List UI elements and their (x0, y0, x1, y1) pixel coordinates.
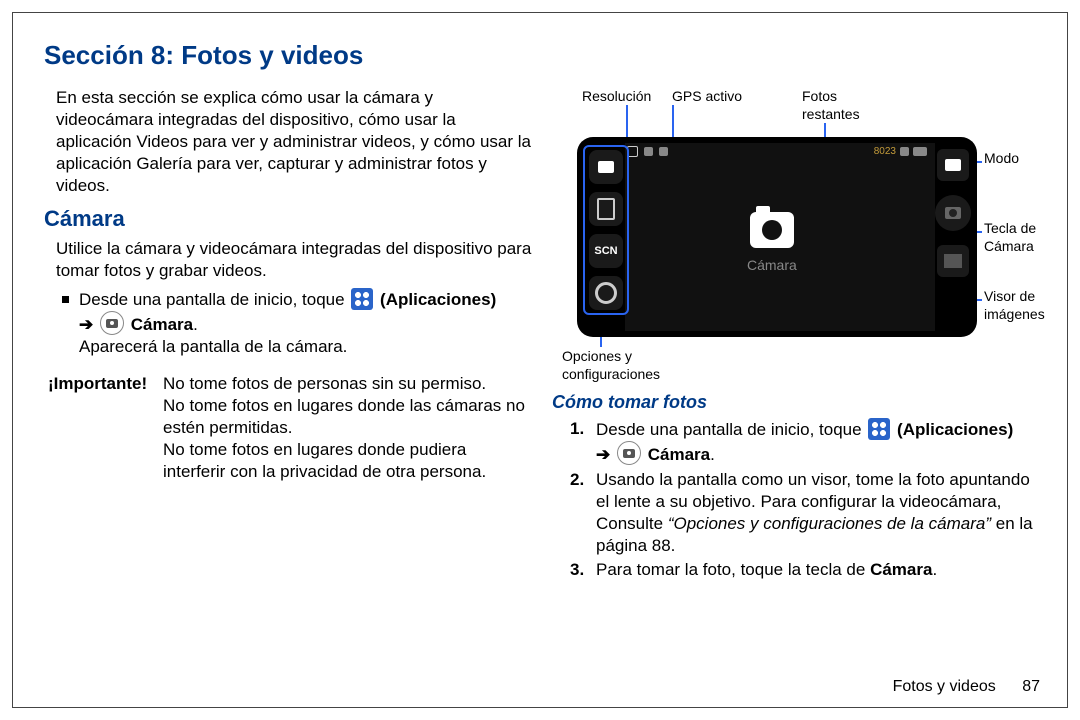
step-pre: Desde una pantalla de inicio, toque (79, 290, 349, 309)
left-options-group: SCN (583, 145, 629, 315)
apps-icon (868, 418, 890, 440)
howto-step-1: 1. Desde una pantalla de inicio, toque (… (570, 418, 1040, 466)
camera-word: Cámara (131, 315, 193, 334)
apps-label: (Aplicaciones) (380, 290, 496, 309)
camera-large-icon (750, 212, 794, 248)
sd-icon (900, 147, 909, 156)
label-visor: Visor de imágenes (984, 287, 1054, 323)
label-resolucion: Resolución (582, 87, 651, 105)
status-bar: 8023 (627, 145, 927, 158)
s1-cam: Cámara (648, 445, 710, 464)
arrow-icon: ➔ (596, 445, 610, 464)
page-content: Sección 8: Fotos y videos En esta secció… (44, 40, 1044, 690)
page-number: 87 (1022, 678, 1040, 695)
page-footer: Fotos y videos 87 (893, 678, 1040, 696)
camera-icon (100, 311, 124, 335)
step-number-2: 2. (570, 469, 586, 491)
important-block: ¡Importante! No tome fotos de personas s… (48, 373, 532, 483)
shutter-icon (945, 207, 961, 219)
section-title: Sección 8: Fotos y videos (44, 40, 1044, 71)
important-text: No tome fotos de personas sin su permiso… (163, 373, 532, 483)
important-line-3: No tome fotos en lugares donde pudiera i… (163, 439, 532, 483)
s3b: Cámara (870, 560, 932, 579)
photo-count: 8023 (874, 145, 896, 158)
period: . (710, 445, 715, 464)
period: . (193, 315, 198, 334)
important-line-1: No tome fotos de personas sin su permiso… (163, 373, 532, 395)
exposure-icon (644, 147, 653, 156)
howto-step-3: 3. Para tomar la foto, toque la tecla de… (570, 559, 1040, 581)
bullet-icon (62, 296, 69, 303)
gps-icon (659, 147, 668, 156)
flash-button[interactable] (589, 192, 623, 226)
step-after: Aparecerá la pantalla de la cámara. (79, 337, 347, 356)
scene-button[interactable]: SCN (589, 234, 623, 268)
howto-step-2: 2. Usando la pantalla como un visor, tom… (570, 469, 1040, 557)
shutter-button[interactable] (935, 195, 971, 231)
s3a: Para tomar la foto, toque la tecla de (596, 560, 870, 579)
s2b: “Opciones y configuraciones de la cámara… (668, 514, 991, 533)
settings-button[interactable] (589, 276, 623, 310)
label-tecla: Tecla de Cámara (984, 219, 1044, 255)
apps-icon (351, 288, 373, 310)
intro-paragraph: En esta sección se explica cómo usar la … (56, 87, 532, 197)
camera-diagram: Resolución GPS activo Fotos restantes Mo… (552, 87, 1038, 387)
columns: En esta sección se explica cómo usar la … (44, 87, 1044, 583)
s3c: . (932, 560, 937, 579)
camera-icon (617, 441, 641, 465)
left-column: En esta sección se explica cómo usar la … (44, 87, 532, 583)
important-line-2: No tome fotos en lugares donde las cámar… (163, 395, 532, 439)
mode-icon (945, 159, 961, 171)
step-number-3: 3. (570, 559, 586, 581)
camera-heading: Cámara (44, 205, 532, 234)
switch-camera-button[interactable] (589, 150, 623, 184)
important-label: ¡Importante! (48, 373, 163, 483)
step-number-1: 1. (570, 418, 586, 440)
label-modo: Modo (984, 149, 1019, 167)
center-label: Cámara (747, 256, 797, 274)
howto-heading: Cómo tomar fotos (552, 391, 1040, 414)
step-1-text: Desde una pantalla de inicio, toque (Apl… (596, 418, 1013, 466)
step-2-text: Usando la pantalla como un visor, tome l… (596, 469, 1040, 557)
switch-camera-icon (598, 161, 614, 173)
right-column: Resolución GPS activo Fotos restantes Mo… (552, 87, 1040, 583)
mode-button[interactable] (937, 149, 969, 181)
lead-gps-v (672, 105, 674, 141)
step-3-text: Para tomar la foto, toque la tecla de Cá… (596, 559, 937, 581)
gallery-button[interactable] (937, 245, 969, 277)
s1-apps: (Aplicaciones) (897, 420, 1013, 439)
flash-icon (597, 198, 615, 220)
battery-icon (913, 147, 927, 156)
camera-lead: Utilice la cámara y videocámara integrad… (56, 238, 532, 282)
footer-label: Fotos y videos (893, 678, 996, 695)
status-left (627, 145, 668, 158)
label-gps: GPS activo (672, 87, 742, 105)
right-buttons-group (935, 149, 971, 277)
label-opciones: Opciones y configuraciones (562, 347, 682, 383)
gallery-icon (944, 254, 962, 268)
scene-label: SCN (594, 244, 617, 258)
phone-body: 8023 SCN (577, 137, 977, 337)
gear-icon (595, 282, 617, 304)
s1-pre: Desde una pantalla de inicio, toque (596, 420, 866, 439)
viewfinder-center: Cámara (747, 212, 797, 274)
label-fotos-restantes: Fotos restantes (802, 87, 892, 123)
status-right: 8023 (874, 145, 927, 158)
camera-step-text: Desde una pantalla de inicio, toque (Apl… (79, 288, 496, 358)
camera-step: Desde una pantalla de inicio, toque (Apl… (62, 288, 532, 358)
arrow-icon: ➔ (79, 315, 93, 334)
